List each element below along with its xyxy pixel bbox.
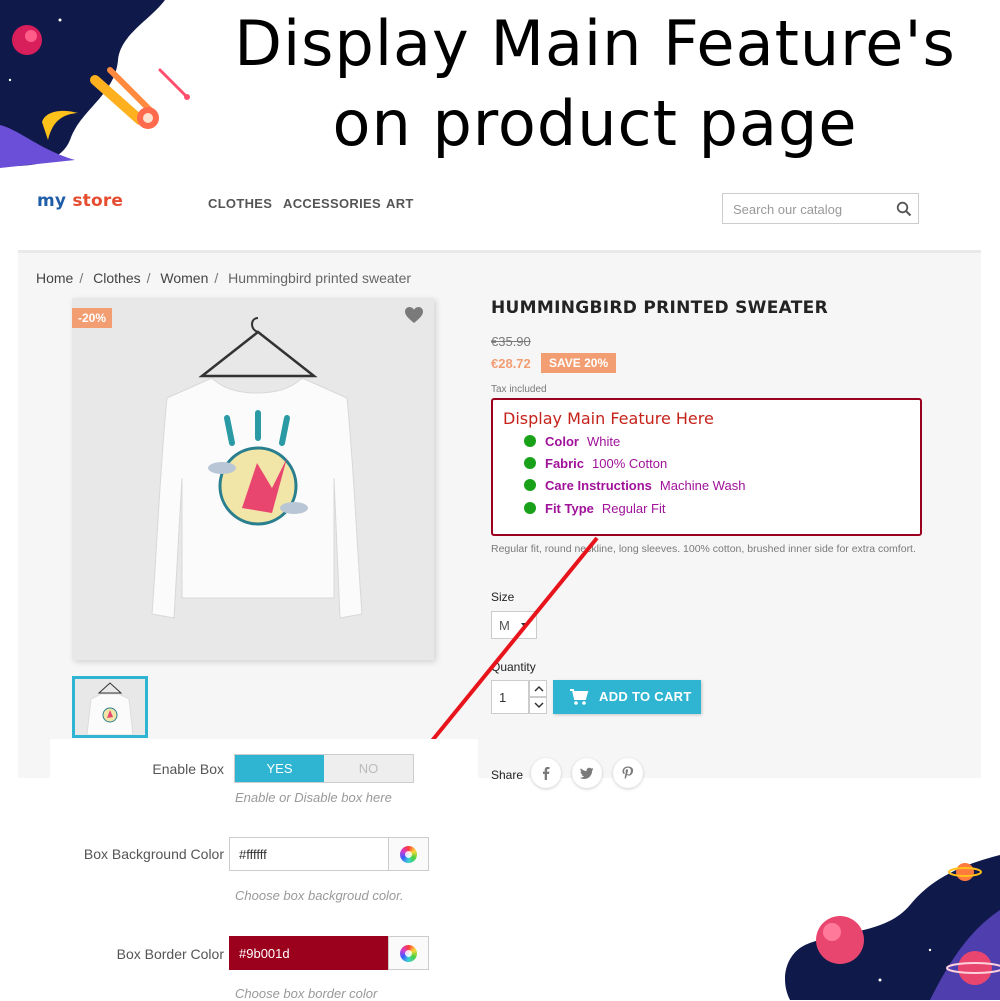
space-decoration-bottom-right — [785, 855, 1000, 1000]
wishlist-heart-icon[interactable] — [404, 306, 424, 324]
twitter-icon — [580, 767, 594, 779]
facebook-icon — [543, 767, 550, 780]
feature-name: Fabric — [545, 456, 585, 471]
toggle-yes-option[interactable]: YES — [235, 755, 324, 782]
search-box — [722, 193, 919, 224]
border-color-picker-button[interactable] — [388, 936, 429, 970]
toggle-no-option[interactable]: NO — [324, 755, 413, 782]
bg-color-picker-button[interactable] — [388, 837, 429, 871]
feature-value: Machine Wash — [659, 478, 746, 493]
current-price: €28.72 — [491, 356, 531, 371]
product-thumbnail[interactable] — [72, 676, 148, 738]
breadcrumb: Home / Clothes / Women / Hummingbird printe… — [36, 270, 412, 286]
annotation-arrow — [416, 536, 599, 760]
thumbnail-sweater-illustration — [86, 682, 134, 735]
share-label: Share — [491, 768, 524, 782]
color-wheel-icon — [400, 846, 417, 863]
feature-bullet-icon — [524, 435, 536, 447]
store-logo[interactable]: my store — [37, 191, 123, 211]
logo-my: my — [37, 191, 67, 211]
border-color-label: Box Border Color — [116, 946, 224, 962]
share-pinterest-button[interactable] — [613, 758, 643, 788]
feature-bullet-icon — [524, 502, 536, 514]
logo-store: store — [72, 191, 124, 211]
border-color-hint: Choose box border color — [235, 986, 378, 1001]
product-title: HUMMINGBIRD PRINTED SWEATER — [491, 298, 828, 318]
breadcrumb-current: Hummingbird printed sweater — [228, 270, 412, 286]
feature-name: Care Instructions — [545, 478, 652, 493]
breadcrumb-women[interactable]: Women — [160, 270, 208, 286]
tax-note: Tax included — [491, 384, 547, 395]
nav-art[interactable]: ART — [386, 196, 414, 211]
breadcrumb-home[interactable]: Home — [36, 270, 73, 286]
bg-color-value: #ffffff — [239, 847, 267, 862]
border-color-input[interactable]: #9b001d — [229, 936, 389, 970]
bg-color-hint: Choose box backgroud color. — [235, 888, 404, 903]
enable-box-label: Enable Box — [152, 761, 224, 777]
save-badge: SAVE 20% — [541, 353, 617, 373]
sweater-illustration — [151, 317, 363, 619]
banner-title-line2: on product page — [332, 87, 858, 160]
discount-flag: -20% — [72, 308, 113, 328]
space-decoration-top-left — [0, 0, 190, 168]
feature-value: Regular Fit — [601, 501, 666, 516]
feature-row: Care Instructions Machine Wash — [524, 478, 745, 493]
nav-accessories[interactable]: ACCESSORIES — [283, 196, 381, 211]
color-wheel-icon — [400, 945, 417, 962]
product-image[interactable] — [72, 298, 434, 660]
search-icon[interactable] — [896, 201, 912, 217]
feature-value: 100% Cotton — [592, 456, 668, 471]
feature-row: Color White — [524, 434, 620, 449]
feature-name: Fit Type — [545, 501, 594, 516]
banner-title-line1: Display Main Feature's — [234, 7, 956, 80]
border-color-value: #9b001d — [239, 946, 290, 961]
nav-clothes[interactable]: CLOTHES — [208, 196, 272, 211]
feature-box-title: Display Main Feature Here — [503, 409, 714, 428]
feature-bullet-icon — [524, 457, 536, 469]
feature-bullet-icon — [524, 479, 536, 491]
bg-color-label: Box Background Color — [83, 846, 224, 862]
add-to-cart-label: ADD TO CART — [599, 689, 692, 704]
breadcrumb-clothes[interactable]: Clothes — [93, 270, 140, 286]
feature-value: White — [586, 434, 621, 449]
feature-name: Color — [545, 434, 579, 449]
old-price: €35.90 — [491, 334, 531, 349]
feature-row: Fit Type Regular Fit — [524, 501, 665, 516]
bg-color-input[interactable]: #ffffff — [229, 837, 389, 871]
search-input[interactable] — [731, 201, 895, 218]
enable-box-hint: Enable or Disable box here — [235, 790, 392, 805]
enable-box-toggle[interactable]: YES NO — [234, 754, 414, 783]
feature-row: Fabric 100% Cotton — [524, 456, 667, 471]
pinterest-icon — [622, 766, 634, 780]
banner-title: Display Main Feature's on product page — [200, 4, 990, 164]
